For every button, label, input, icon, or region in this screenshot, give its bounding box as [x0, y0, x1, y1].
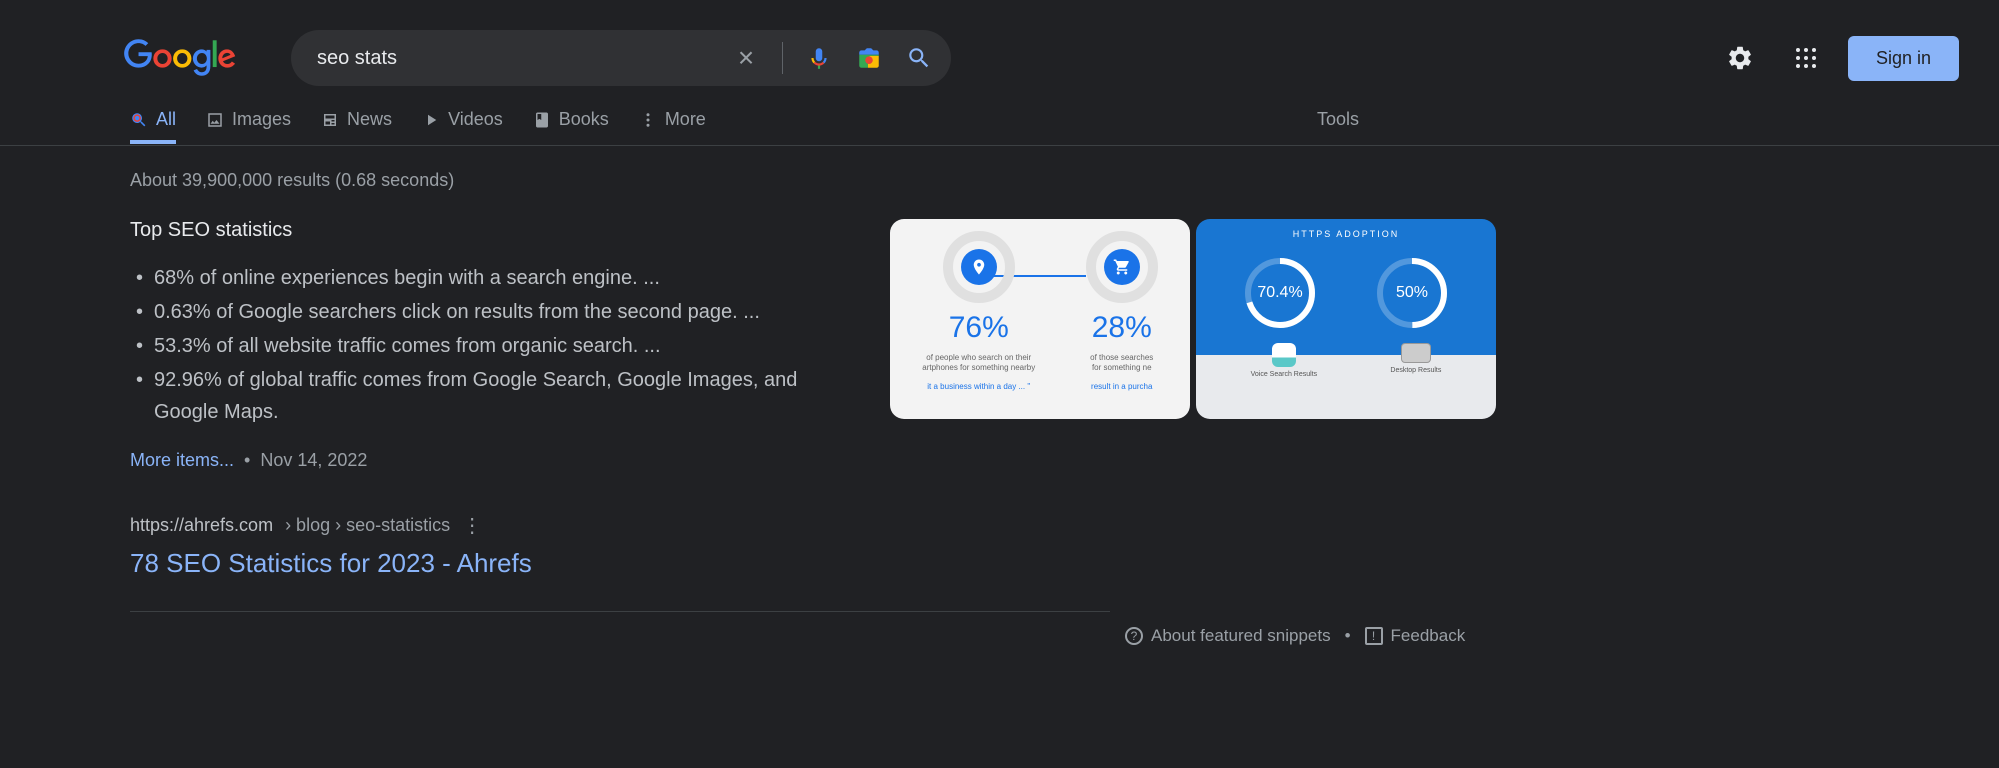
snippet-item: 92.96% of global traffic comes from Goog… [154, 364, 850, 428]
feedback-icon: ! [1365, 627, 1383, 645]
snippet-item: 53.3% of all website traffic comes from … [154, 330, 850, 362]
feedback-link[interactable]: ! Feedback [1365, 626, 1466, 646]
snippet-item: 68% of online experiences begin with a s… [154, 262, 850, 294]
settings-icon[interactable] [1716, 34, 1764, 82]
separator: • [1345, 626, 1351, 646]
tab-videos[interactable]: Videos [422, 109, 503, 144]
device-label: Voice Search Results [1251, 371, 1318, 378]
snippet-date: Nov 14, 2022 [260, 450, 367, 471]
stat-caption: of people who search on theirartphones f… [922, 353, 1035, 374]
snippet-list: 68% of online experiences begin with a s… [130, 262, 850, 428]
tab-books[interactable]: Books [533, 109, 609, 144]
tab-images-label: Images [232, 109, 291, 130]
tools-button[interactable]: Tools [1317, 109, 1359, 144]
thumb-title: HTTPS ADOPTION [1214, 229, 1478, 239]
info-icon: ? [1125, 627, 1143, 645]
tab-videos-label: Videos [448, 109, 503, 130]
snippet-item: 0.63% of Google searchers click on resul… [154, 296, 850, 328]
result-title-link[interactable]: 78 SEO Statistics for 2023 - Ahrefs [130, 548, 850, 579]
tab-all[interactable]: All [130, 109, 176, 144]
stat-caption: result in a purcha [1091, 382, 1152, 391]
mic-icon[interactable] [805, 44, 833, 72]
stat-caption: of those searchesfor something ne [1090, 353, 1153, 374]
result-stats: About 39,900,000 results (0.68 seconds) [130, 170, 1999, 191]
more-items-link[interactable]: More items... [130, 450, 234, 471]
result-domain: https://ahrefs.com [130, 515, 273, 536]
search-bar: × [291, 30, 951, 86]
stat-value: 76% [949, 311, 1009, 345]
camera-icon[interactable] [855, 44, 883, 72]
stat-value: 28% [1092, 311, 1152, 345]
tab-news[interactable]: News [321, 109, 392, 144]
apps-icon[interactable] [1782, 34, 1830, 82]
google-logo[interactable] [124, 39, 236, 77]
tab-images[interactable]: Images [206, 109, 291, 144]
tab-news-label: News [347, 109, 392, 130]
search-input[interactable] [309, 47, 732, 70]
tab-all-label: All [156, 109, 176, 130]
search-icon[interactable] [905, 44, 933, 72]
thumbnail-image[interactable]: HTTPS ADOPTION 70.4% 50% Voice Search Re… [1196, 219, 1496, 419]
ring-value: 70.4% [1257, 284, 1302, 302]
signin-button[interactable]: Sign in [1848, 36, 1959, 81]
tab-more-label: More [665, 109, 706, 130]
feedback-label: Feedback [1391, 626, 1466, 646]
tab-books-label: Books [559, 109, 609, 130]
about-snippets-link[interactable]: ? About featured snippets [1125, 626, 1331, 646]
separator: • [244, 450, 250, 471]
device-label: Desktop Results [1390, 367, 1441, 374]
about-snippets-label: About featured snippets [1151, 626, 1331, 646]
kebab-icon[interactable]: ⋮ [462, 513, 482, 538]
stat-caption: it a business within a day ... " [927, 382, 1030, 391]
clear-icon[interactable]: × [732, 44, 760, 72]
snippet-title: Top SEO statistics [130, 219, 850, 242]
ring-value: 50% [1396, 284, 1428, 302]
tab-more[interactable]: More [639, 109, 706, 144]
thumbnail-image[interactable]: 76% of people who search on theirartphon… [890, 219, 1190, 419]
result-path: › blog › seo-statistics [285, 515, 450, 536]
divider [782, 42, 783, 74]
